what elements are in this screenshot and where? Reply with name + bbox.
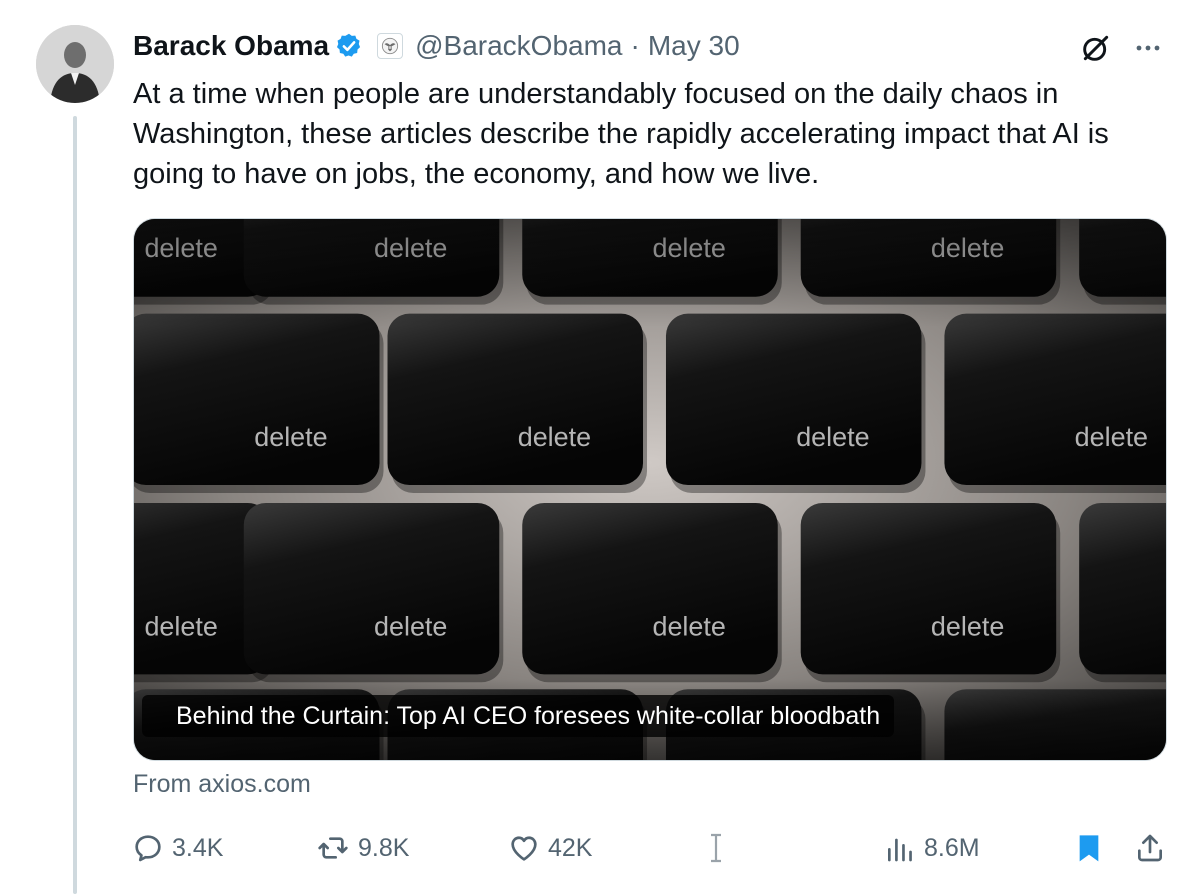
tweet-text: At a time when people are understandably…	[133, 78, 1109, 190]
tweet-header: Barack Obama @BarackObama · May 30	[133, 26, 740, 66]
link-card[interactable]: deletedeletedeletedeletedeletedeletedele…	[133, 218, 1167, 761]
tweet-date[interactable]: May 30	[648, 30, 740, 62]
thread-line	[73, 116, 77, 894]
header-separator: ·	[630, 30, 640, 61]
card-caption: Behind the Curtain: Top AI CEO foresees …	[142, 695, 895, 737]
card-image: deletedeletedeletedeletedeletedeletedele…	[134, 219, 1166, 760]
author-name[interactable]: Barack Obama	[133, 30, 329, 62]
us-seal-icon[interactable]	[377, 33, 404, 59]
share-button[interactable]	[1134, 826, 1166, 870]
repost-count: 9.8K	[358, 833, 410, 862]
bookmark-button[interactable]	[1073, 826, 1105, 870]
reply-count: 3.4K	[172, 833, 224, 862]
bookmark-icon	[1079, 835, 1099, 862]
grok-button[interactable]	[1078, 30, 1114, 66]
action-bar: 3.4K 9.8K 42K 8.6M	[130, 826, 1180, 870]
grok-icon	[1083, 35, 1109, 61]
share-icon	[1138, 834, 1162, 862]
reply-button[interactable]: 3.4K	[132, 826, 223, 870]
views-button[interactable]: 8.6M	[884, 826, 980, 870]
like-button[interactable]: 42K	[508, 826, 592, 870]
views-chart-icon	[888, 838, 912, 862]
reply-icon	[135, 835, 161, 862]
more-options-button[interactable]	[1128, 30, 1168, 66]
card-source[interactable]: From axios.com	[133, 770, 311, 799]
views-count: 8.6M	[924, 833, 980, 862]
avatar-photo	[36, 25, 114, 103]
like-count: 42K	[548, 833, 593, 862]
heart-icon	[511, 836, 537, 861]
verified-badge-icon[interactable]	[335, 32, 363, 60]
text-cursor-icon	[711, 833, 721, 863]
repost-button[interactable]: 9.8K	[316, 826, 409, 870]
avatar[interactable]	[36, 25, 114, 103]
repost-icon	[318, 837, 348, 859]
author-handle[interactable]: @BarackObama	[415, 30, 622, 62]
more-options-icon	[1136, 45, 1160, 51]
text-cursor	[708, 826, 724, 870]
